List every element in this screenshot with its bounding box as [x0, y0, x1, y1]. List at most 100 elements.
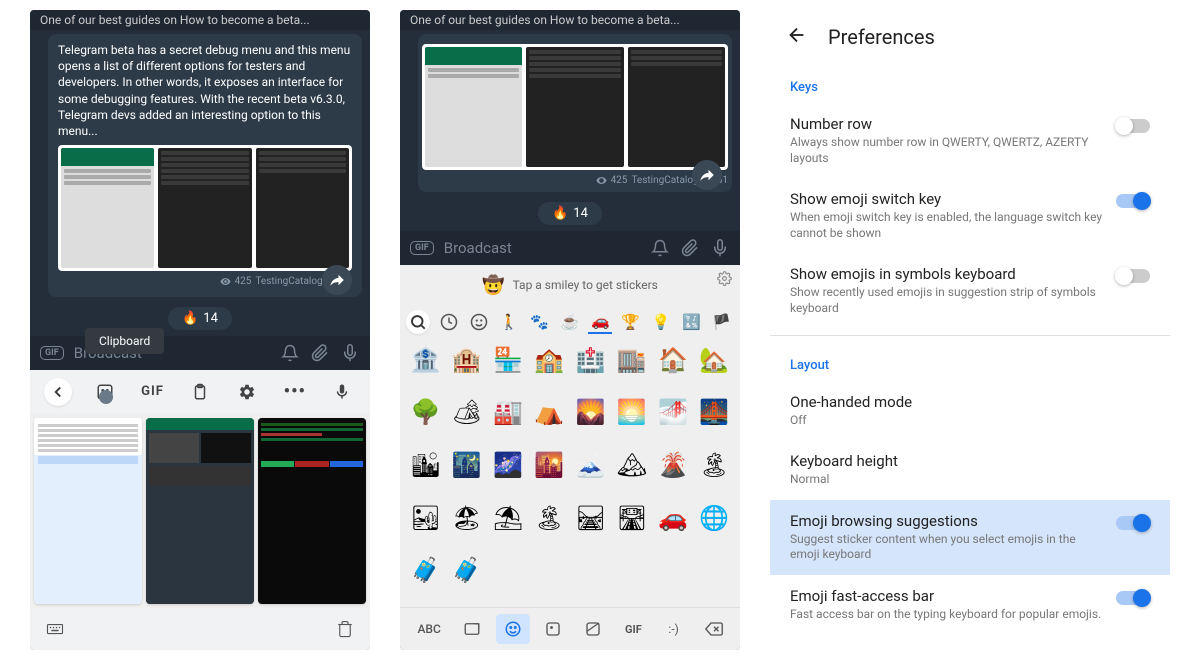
- back-button[interactable]: [44, 378, 72, 406]
- emoji-cell[interactable]: 🧳: [406, 552, 445, 588]
- clip-1[interactable]: [34, 418, 142, 604]
- pref-emoji-key[interactable]: Show emoji switch key When emoji switch …: [770, 178, 1170, 253]
- objects-icon[interactable]: 💡: [649, 310, 673, 334]
- emoji-cell[interactable]: 🏬: [612, 342, 651, 378]
- emoji-cell[interactable]: 🏨: [447, 342, 486, 378]
- flags-icon[interactable]: 🏴: [710, 310, 734, 334]
- emoji-cell[interactable]: 🌐: [695, 500, 734, 536]
- search-emoji-icon[interactable]: [406, 310, 430, 334]
- emoji-tab-icon[interactable]: [496, 614, 530, 644]
- thumb-2[interactable]: [526, 47, 623, 167]
- gear-icon[interactable]: [717, 271, 732, 290]
- gif-tab[interactable]: GIF: [139, 378, 167, 406]
- emoji-cell[interactable]: 🧳: [447, 552, 486, 588]
- mute-icon[interactable]: [280, 344, 300, 362]
- emoji-cell[interactable]: ⛺: [530, 394, 569, 430]
- mute-icon[interactable]: [650, 239, 670, 257]
- toggle-fast-access[interactable]: [1116, 591, 1150, 605]
- sticker-tab-icon[interactable]: [536, 614, 570, 644]
- message-input[interactable]: Broadcast: [444, 239, 640, 257]
- emoji-cell[interactable]: 🌄: [571, 394, 610, 430]
- clipboard-tab[interactable]: [186, 378, 214, 406]
- pref-keyboard-height[interactable]: Keyboard height Normal: [770, 440, 1170, 500]
- emoji-cell[interactable]: ⛱: [489, 500, 528, 536]
- emoji-cell[interactable]: 🌃: [447, 447, 486, 483]
- message-image-grid[interactable]: [422, 44, 728, 170]
- emoji-cell[interactable]: 🌌: [489, 447, 528, 483]
- pref-fast-access-bar[interactable]: Emoji fast-access bar Fast access bar on…: [770, 575, 1170, 635]
- food-icon[interactable]: ☕: [558, 310, 582, 334]
- activity-icon[interactable]: 🏆: [619, 310, 643, 334]
- symbols-icon[interactable]: 🔣: [679, 310, 703, 334]
- people-icon[interactable]: 🚶: [497, 310, 521, 334]
- emoji-cell[interactable]: 🌇: [530, 447, 569, 483]
- smileys-icon[interactable]: [467, 310, 491, 334]
- more-tab[interactable]: •••: [281, 378, 309, 406]
- emoji-cell[interactable]: 🌁: [654, 394, 693, 430]
- clip-2[interactable]: [146, 418, 254, 604]
- gif-button[interactable]: GIF: [410, 241, 434, 255]
- emoji-cell[interactable]: 🏥: [571, 342, 610, 378]
- delete-clip-icon[interactable]: [330, 614, 360, 644]
- keyboard-toggle-icon[interactable]: [40, 614, 70, 644]
- thumb-2[interactable]: [158, 148, 251, 268]
- reaction-fire[interactable]: 🔥 14: [168, 307, 232, 330]
- emoji-cell[interactable]: 🏝: [530, 500, 569, 536]
- emoji-cell[interactable]: 🛤: [571, 500, 610, 536]
- emoji-cell[interactable]: 🏔: [612, 447, 651, 483]
- back-arrow-icon[interactable]: [786, 24, 808, 50]
- gif-button[interactable]: GIF: [40, 346, 64, 360]
- emoji-cell[interactable]: 🏡: [695, 342, 734, 378]
- kaomoji-icon[interactable]: [455, 614, 489, 644]
- emoji-cell[interactable]: 🏖: [447, 500, 486, 536]
- settings-tab[interactable]: [233, 378, 261, 406]
- thumb-3[interactable]: [628, 47, 725, 167]
- mic-icon[interactable]: [340, 344, 360, 362]
- pref-emoji-browsing[interactable]: Emoji browsing suggestions Suggest stick…: [770, 500, 1170, 575]
- emoji-cell[interactable]: 🌋: [654, 447, 693, 483]
- thumb-1[interactable]: [61, 148, 154, 268]
- toggle-emoji-key[interactable]: [1116, 194, 1150, 208]
- attach-icon[interactable]: [310, 344, 330, 362]
- attach-icon[interactable]: [680, 239, 700, 257]
- pref-one-handed[interactable]: One-handed mode Off: [770, 381, 1170, 441]
- emoji-cell[interactable]: 🏠: [654, 342, 693, 378]
- backspace-icon[interactable]: [697, 614, 731, 644]
- emoji-cell[interactable]: 🏜: [406, 500, 445, 536]
- emoji-cell[interactable]: 🏕: [447, 394, 486, 430]
- sticker2-tab-icon[interactable]: [576, 614, 610, 644]
- pref-number-row[interactable]: Number row Always show number row in QWE…: [770, 103, 1170, 178]
- message-image-grid[interactable]: [58, 145, 352, 271]
- share-button[interactable]: [692, 160, 722, 190]
- clip-3[interactable]: [258, 418, 366, 604]
- travel-icon[interactable]: 🚗: [588, 310, 612, 334]
- cursor-handle[interactable]: [99, 390, 113, 404]
- emoji-cell[interactable]: 🛣: [612, 500, 651, 536]
- message-bubble[interactable]: 425 TestingCatalog, 15:51: [418, 34, 732, 192]
- emoji-cell[interactable]: 🗻: [571, 447, 610, 483]
- emoticon-tab[interactable]: :-): [657, 614, 691, 644]
- toggle-number-row[interactable]: [1116, 119, 1150, 133]
- thumb-1[interactable]: [425, 47, 522, 167]
- recent-icon[interactable]: [437, 310, 461, 334]
- emoji-cell[interactable]: 🌉: [695, 394, 734, 430]
- emoji-cell[interactable]: 🌅: [612, 394, 651, 430]
- emoji-cell[interactable]: 🏦: [406, 342, 445, 378]
- pref-emoji-symbols[interactable]: Show emojis in symbols keyboard Show rec…: [770, 253, 1170, 328]
- emoji-cell[interactable]: 🏭: [489, 394, 528, 430]
- thumb-3[interactable]: [256, 148, 349, 268]
- gif-tab-icon[interactable]: GIF: [616, 614, 650, 644]
- emoji-cell[interactable]: 🏙: [406, 447, 445, 483]
- emoji-cell[interactable]: 🚗: [654, 500, 693, 536]
- voice-type-icon[interactable]: [328, 378, 356, 406]
- abc-button[interactable]: ABC: [409, 614, 449, 644]
- message-bubble[interactable]: Telegram beta has a secret debug menu an…: [48, 34, 362, 297]
- animals-icon[interactable]: 🐾: [528, 310, 552, 334]
- toggle-emoji-browsing[interactable]: [1116, 516, 1150, 530]
- emoji-cell[interactable]: 🏫: [530, 342, 569, 378]
- share-button[interactable]: [322, 265, 352, 295]
- reaction-fire[interactable]: 🔥 14: [538, 202, 602, 225]
- mic-icon[interactable]: [710, 239, 730, 257]
- emoji-cell[interactable]: 🏪: [489, 342, 528, 378]
- emoji-cell[interactable]: 🌳: [406, 394, 445, 430]
